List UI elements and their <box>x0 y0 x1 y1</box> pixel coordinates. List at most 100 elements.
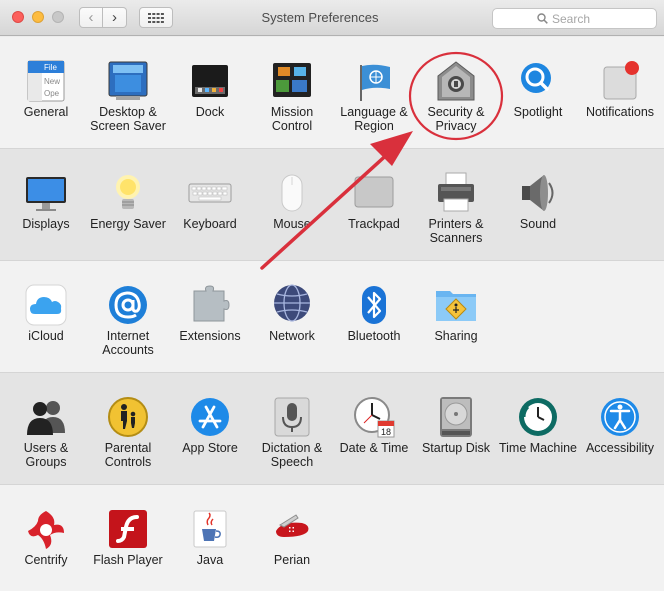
pref-printers-scanners[interactable]: Printers & Scanners <box>415 171 497 245</box>
flag-icon <box>352 59 396 103</box>
chevron-left-icon: ‹ <box>88 9 94 26</box>
search-input[interactable] <box>548 11 612 26</box>
minimize-window-button[interactable] <box>32 11 44 23</box>
search-icon <box>537 13 548 24</box>
monitor-icon <box>24 171 68 215</box>
pref-label: Centrify <box>24 553 68 567</box>
pref-mouse[interactable]: Mouse <box>251 171 333 231</box>
pref-label: Parental Controls <box>104 441 152 469</box>
pref-label: Internet Accounts <box>102 329 154 357</box>
pref-label: iCloud <box>28 329 64 343</box>
pref-users-groups[interactable]: Users & Groups <box>5 395 87 469</box>
pref-label: Mission Control <box>270 105 314 133</box>
pref-perian[interactable]: Perian <box>251 507 333 567</box>
pref-label: Date & Time <box>339 441 409 455</box>
folder-sign-icon <box>434 283 478 327</box>
pref-dock[interactable]: Dock <box>169 59 251 119</box>
pref-trackpad[interactable]: Trackpad <box>333 171 415 231</box>
pref-label: General <box>23 105 69 119</box>
pref-sound[interactable]: Sound <box>497 171 579 231</box>
pref-internet-accounts[interactable]: Internet Accounts <box>87 283 169 357</box>
pref-energy-saver[interactable]: Energy Saver <box>87 171 169 231</box>
pref-bluetooth[interactable]: Bluetooth <box>333 283 415 343</box>
mouse-icon <box>270 171 314 215</box>
pref-keyboard[interactable]: Keyboard <box>169 171 251 231</box>
pref-label: Dock <box>195 105 225 119</box>
pref-app-store[interactable]: App Store <box>169 395 251 455</box>
pref-startup-disk[interactable]: Startup Disk <box>415 395 497 455</box>
pref-spotlight[interactable]: Spotlight <box>497 59 579 119</box>
globe-icon <box>270 283 314 327</box>
desktop-icon <box>106 59 150 103</box>
pref-network[interactable]: Network <box>251 283 333 343</box>
pref-flash-player[interactable]: Flash Player <box>87 507 169 567</box>
pref-accessibility[interactable]: Accessibility <box>579 395 661 455</box>
pref-label: Security & Privacy <box>427 105 485 133</box>
general-icon: File New Ope <box>24 59 68 103</box>
pref-desktop[interactable]: Desktop & Screen Saver <box>87 59 169 133</box>
svg-text:18: 18 <box>381 427 391 437</box>
microphone-icon <box>270 395 314 439</box>
flash-icon <box>106 507 150 551</box>
pref-date-time[interactable]: 18 Date & Time <box>333 395 415 455</box>
pref-label: Notifications <box>585 105 655 119</box>
pref-language-region[interactable]: Language & Region <box>333 59 415 133</box>
hard-disk-icon <box>434 395 478 439</box>
pref-time-machine[interactable]: Time Machine <box>497 395 579 455</box>
forward-button[interactable]: › <box>103 7 127 28</box>
zoom-window-button[interactable] <box>52 11 64 23</box>
pref-label: Language & Region <box>340 105 408 133</box>
pref-label: Displays <box>22 217 70 231</box>
pref-label: Printers & Scanners <box>428 217 484 245</box>
svg-text:File: File <box>44 63 57 72</box>
title-bar: ‹ › System Preferences <box>0 0 664 36</box>
pref-displays[interactable]: Displays <box>5 171 87 231</box>
puzzle-icon <box>188 283 232 327</box>
pref-label: Time Machine <box>498 441 578 455</box>
pref-extensions[interactable]: Extensions <box>169 283 251 343</box>
mission-control-icon <box>270 59 314 103</box>
pref-label: Bluetooth <box>347 329 401 343</box>
pref-label: Java <box>196 553 224 567</box>
lightbulb-icon <box>106 171 150 215</box>
pref-centrify[interactable]: Centrify <box>5 507 87 567</box>
time-machine-icon <box>516 395 560 439</box>
accessibility-icon <box>598 395 642 439</box>
pref-icloud[interactable]: iCloud <box>5 283 87 343</box>
dock-icon <box>188 59 232 103</box>
notification-badge-icon <box>598 59 642 103</box>
trackpad-icon <box>352 171 396 215</box>
pref-label: Startup Disk <box>421 441 491 455</box>
pref-java[interactable]: Java <box>169 507 251 567</box>
clock-calendar-icon: 18 <box>352 395 396 439</box>
pref-label: App Store <box>182 441 238 455</box>
back-button[interactable]: ‹ <box>79 7 103 28</box>
window-title: System Preferences <box>261 10 379 25</box>
show-all-button[interactable] <box>139 7 173 28</box>
pref-label: Energy Saver <box>90 217 166 231</box>
speaker-icon <box>516 171 560 215</box>
house-lock-icon <box>434 59 478 103</box>
parental-icon <box>106 395 150 439</box>
printer-icon <box>434 171 478 215</box>
pref-security-privacy[interactable]: Security & Privacy <box>415 59 497 133</box>
pref-general[interactable]: File New Ope General <box>5 59 87 119</box>
pref-sharing[interactable]: Sharing <box>415 283 497 343</box>
pref-label: Keyboard <box>183 217 237 231</box>
pref-parental-controls[interactable]: Parental Controls <box>87 395 169 469</box>
pref-label: Desktop & Screen Saver <box>90 105 166 133</box>
pref-label: Dictation & Speech <box>261 441 323 469</box>
pref-dictation-speech[interactable]: Dictation & Speech <box>251 395 333 469</box>
pref-label: Spotlight <box>513 105 563 119</box>
close-window-button[interactable] <box>12 11 24 23</box>
pref-label: Accessibility <box>585 441 655 455</box>
pref-label: Users & Groups <box>23 441 69 469</box>
search-field[interactable] <box>492 8 657 29</box>
pref-label: Mouse <box>273 217 311 231</box>
bluetooth-icon <box>352 283 396 327</box>
pref-mission-control[interactable]: Mission Control <box>251 59 333 133</box>
users-icon <box>24 395 68 439</box>
java-cup-icon <box>188 507 232 551</box>
centrify-icon <box>24 507 68 551</box>
pref-notifications[interactable]: Notifications <box>579 59 661 119</box>
